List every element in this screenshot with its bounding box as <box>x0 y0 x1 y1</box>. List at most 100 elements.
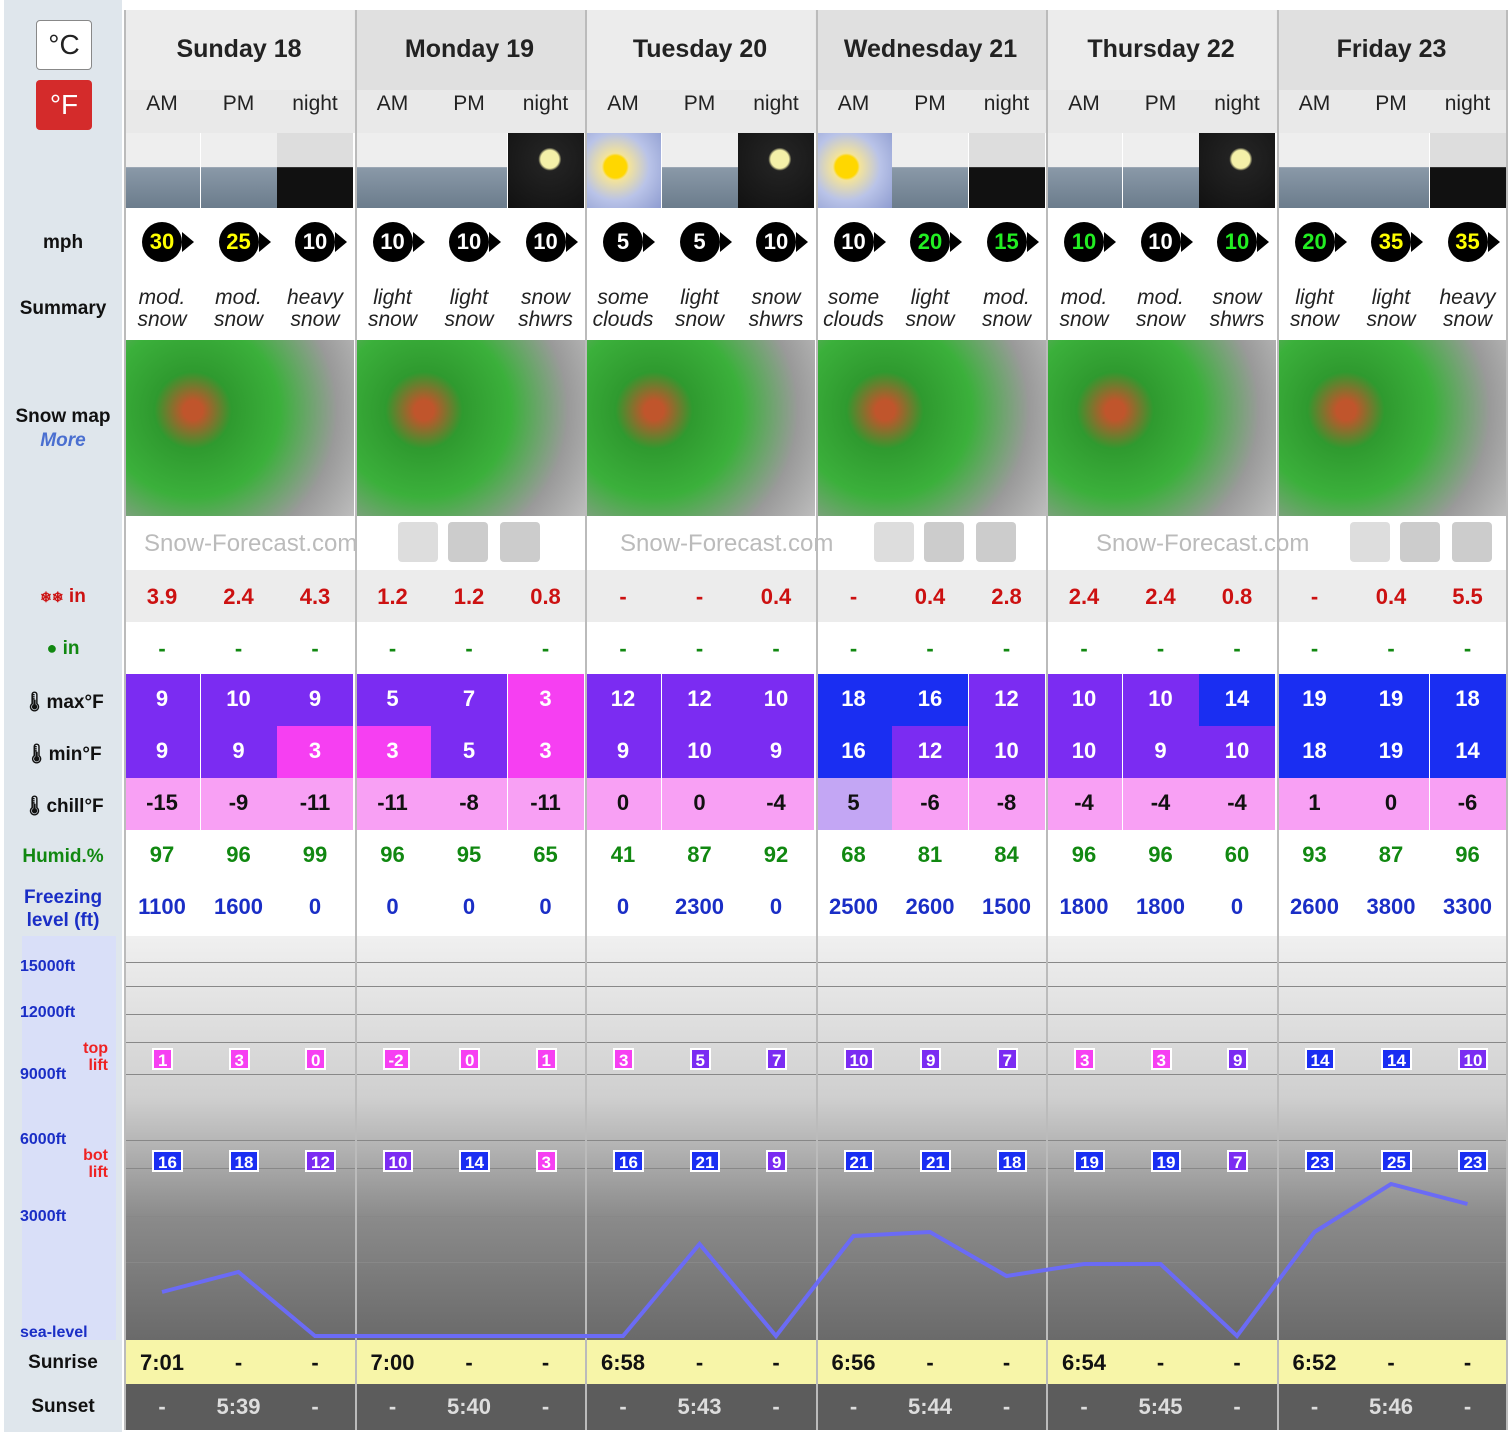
min-temp: 9 <box>124 726 200 778</box>
forecast-summary: some clouds <box>816 287 892 331</box>
day-header: Tuesday 20 <box>585 10 815 90</box>
snow-map-thumbnail[interactable] <box>815 340 1046 516</box>
snow-map-thumbnail[interactable] <box>585 340 815 516</box>
summary-word: snow <box>905 308 955 331</box>
sunrise-time: - <box>1233 1350 1241 1375</box>
weather-icon <box>277 133 353 208</box>
period-label: AM <box>1068 92 1100 115</box>
freezing-level: 1500 <box>982 894 1031 919</box>
min-temp: 5 <box>431 726 507 778</box>
humidity: 99 <box>302 842 328 867</box>
summary-label: Summary <box>19 298 107 319</box>
snow-map-thumbnail[interactable] <box>1276 340 1507 516</box>
rain-amount: - <box>1233 636 1241 661</box>
snow-amount: 5.5 <box>1452 584 1483 609</box>
sunrise-time: - <box>772 1350 780 1375</box>
forecast-summary: mod. snow <box>124 287 200 331</box>
sun-icon <box>1452 522 1492 562</box>
sunset-time: - <box>158 1394 166 1419</box>
snow-amount: 0.4 <box>914 584 946 609</box>
max-temp: 16 <box>892 674 968 726</box>
snow-map-thumbnail[interactable] <box>1046 340 1276 516</box>
weather-icon <box>200 133 277 208</box>
sunset-time: - <box>1233 1394 1241 1419</box>
summary-word: mod. <box>215 286 262 309</box>
humidity: 96 <box>380 842 405 867</box>
bot-text: bot <box>83 1147 108 1164</box>
freezing-level: 2500 <box>829 894 878 919</box>
freezing-level: 3300 <box>1443 894 1492 919</box>
more-link[interactable]: More <box>4 430 122 452</box>
summary-word: light <box>910 286 950 309</box>
sunrise-time: - <box>1463 1350 1472 1375</box>
celsius-toggle-button[interactable]: °C <box>36 20 92 70</box>
wind-speed-icon: 20 <box>910 222 950 262</box>
sunset-time: - <box>311 1394 319 1419</box>
wind-speed-icon: 10 <box>1217 222 1257 262</box>
min-temp: 9 <box>585 726 661 778</box>
sunset-time: - <box>772 1394 780 1419</box>
rain-amount: - <box>1387 636 1395 661</box>
summary-word: snow <box>1366 308 1416 331</box>
summary-word: snow <box>1442 308 1493 331</box>
summary-word: snow <box>1289 308 1340 331</box>
wind-direction-arrow <box>1334 232 1347 252</box>
summary-word: light <box>373 286 412 309</box>
top-lift-label: top lift <box>78 1040 108 1074</box>
wind-chill: 0 <box>1353 778 1429 830</box>
max-temp: 18 <box>1429 674 1506 726</box>
snow-amount: 0.4 <box>760 584 792 609</box>
summary-word: mod. <box>1137 286 1184 309</box>
humidity: 95 <box>456 842 482 867</box>
wind-direction-arrow <box>796 232 808 252</box>
summary-word: mod. <box>983 286 1030 309</box>
summary-word: some <box>597 286 649 309</box>
wind-chill: -15 <box>124 778 200 830</box>
wind-chill: 1 <box>1276 778 1353 830</box>
cloud-icon <box>874 522 914 562</box>
forecast-summary: mod. snow <box>969 287 1045 331</box>
min-temp: 9 <box>200 726 277 778</box>
chill-label: 🌡chill°F <box>4 794 122 818</box>
summary-word: shwrs <box>518 308 573 331</box>
min-temp: 16 <box>815 726 892 778</box>
sunrise-label: Sunrise <box>28 1352 98 1373</box>
weather-icon <box>815 133 892 208</box>
chill-text: chill°F <box>46 796 104 817</box>
summary-word: snow <box>213 308 264 331</box>
snow-amount: 2.4 <box>1145 584 1176 609</box>
period-label: AM <box>1298 92 1331 115</box>
snow-map-thumbnail[interactable] <box>124 340 354 516</box>
wind-chill: -11 <box>354 778 431 830</box>
snow-forecast-logo: Snow-Forecast.com <box>144 530 358 557</box>
min-temp: 10 <box>968 726 1045 778</box>
rain-amount: - <box>465 636 473 661</box>
period-label: night <box>1214 92 1260 115</box>
sunrise-time: - <box>234 1350 243 1375</box>
snow-forecast-widget: °C °F mph Summary Snow map More ❄❄ in ● … <box>0 0 1508 1432</box>
day-header: Thursday 22 <box>1046 10 1276 90</box>
summary-word: heavy <box>286 286 344 309</box>
rain-amount: - <box>1310 636 1319 661</box>
humidity: 65 <box>533 842 558 867</box>
snow-amount: 2.8 <box>991 584 1022 609</box>
alt-6000-label: 6000ft <box>20 1131 67 1148</box>
top-text: top <box>83 1040 108 1057</box>
weather-icon <box>1199 133 1275 208</box>
weather-icon <box>1353 133 1429 208</box>
max-temp: 7 <box>431 674 507 726</box>
rain-amount: - <box>619 636 627 661</box>
snow-map-thumbnail[interactable] <box>354 340 585 516</box>
wind-speed-icon: 35 <box>1447 222 1488 262</box>
day-header: Friday 23 <box>1276 10 1507 90</box>
freezing-level: 2600 <box>1290 894 1339 919</box>
wind-direction-arrow <box>258 232 271 252</box>
snow-amount: 2.4 <box>1068 584 1100 609</box>
humidity: 81 <box>917 842 943 867</box>
period-label: night <box>753 92 799 115</box>
period-label: PM <box>914 92 946 115</box>
min-temp: 10 <box>661 726 738 778</box>
wind-chill: 5 <box>815 778 892 830</box>
period-label: PM <box>1144 92 1177 115</box>
fahrenheit-toggle-button[interactable]: °F <box>36 80 92 130</box>
